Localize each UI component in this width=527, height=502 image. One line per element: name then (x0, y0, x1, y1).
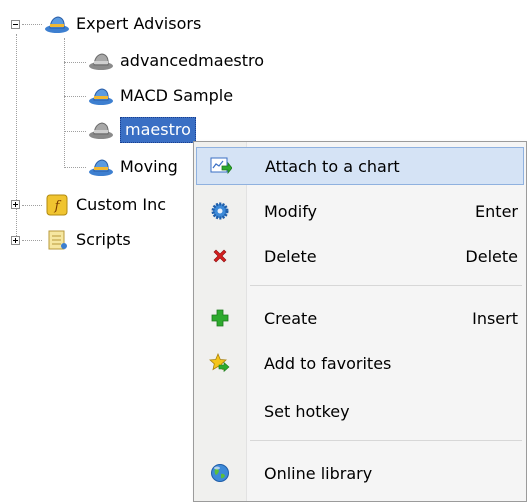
script-scroll-icon (48, 230, 67, 250)
tree-item-scripts[interactable]: Scripts (44, 227, 131, 253)
menu-item-shortcut: Insert (472, 308, 518, 328)
tree-item-expert-advisors[interactable]: Expert Advisors (44, 11, 201, 37)
menu-item-label: Create (264, 308, 318, 328)
expert-advisor-hat-icon (45, 16, 69, 33)
tree-label: Expert Advisors (76, 14, 202, 33)
globe-icon (196, 463, 244, 483)
tree-label-selected: maestro (120, 117, 196, 143)
menu-item-set-hotkey[interactable]: Set hotkey (196, 392, 524, 430)
menu-item-online-library[interactable]: Online library (196, 454, 524, 492)
attach-chart-icon (197, 157, 245, 175)
tree-label: advancedmaestro (120, 51, 265, 70)
tree-item-moving-average[interactable]: Moving (88, 154, 178, 180)
tree-connector (22, 240, 42, 241)
green-plus-icon (196, 309, 244, 327)
menu-item-shortcut: Enter (475, 201, 518, 221)
tree-connector (16, 34, 17, 242)
gear-icon (196, 201, 244, 221)
tree-connector (64, 38, 65, 168)
tree-label: Scripts (76, 230, 131, 249)
tree-connector (64, 62, 86, 63)
tree-connector (22, 24, 42, 25)
tree-connector (64, 96, 86, 97)
menu-item-create[interactable]: Create Insert (196, 299, 524, 337)
menu-item-delete[interactable]: Delete Delete (196, 237, 524, 275)
menu-item-label: Attach to a chart (265, 156, 400, 176)
star-arrow-icon (196, 353, 244, 373)
expand-custom-indicators-toggle[interactable] (11, 200, 20, 209)
menu-item-shortcut: Delete (465, 246, 518, 266)
menu-item-modify[interactable]: Modify Enter (196, 192, 524, 230)
expert-advisor-gray-hat-icon (89, 122, 113, 139)
collapse-expert-advisors-toggle[interactable] (11, 20, 20, 29)
expert-advisor-gray-hat-icon (89, 53, 113, 70)
tree-item-advancedmaestro[interactable]: advancedmaestro (88, 48, 264, 74)
expand-scripts-toggle[interactable] (11, 236, 20, 245)
menu-item-add-to-favorites[interactable]: Add to favorites (196, 344, 524, 382)
menu-separator (250, 285, 522, 286)
tree-connector (22, 205, 42, 206)
tree-label: Custom Inc (76, 195, 167, 214)
menu-separator (250, 440, 522, 441)
tree-item-maestro[interactable]: maestro (88, 117, 196, 143)
tree-connector (64, 167, 86, 168)
context-menu: Attach to a chart Modify Enter Delete De… (193, 141, 527, 502)
tree-label: Moving (120, 157, 178, 176)
menu-item-label: Set hotkey (264, 401, 350, 421)
menu-item-label: Delete (264, 246, 317, 266)
tree-item-macd-sample[interactable]: MACD Sample (88, 83, 233, 109)
menu-item-label: Online library (264, 463, 373, 483)
expert-advisor-hat-icon (89, 88, 113, 105)
custom-indicator-icon: f (46, 194, 68, 216)
menu-item-label: Add to favorites (264, 353, 392, 373)
expert-advisor-hat-icon (89, 159, 113, 176)
tree-item-custom-indicators[interactable]: f Custom Inc (44, 192, 166, 218)
menu-item-label: Modify (264, 201, 318, 221)
tree-connector (64, 131, 86, 132)
tree-label: MACD Sample (120, 86, 234, 105)
red-x-icon (196, 248, 244, 264)
menu-item-attach-to-chart[interactable]: Attach to a chart (196, 147, 524, 185)
